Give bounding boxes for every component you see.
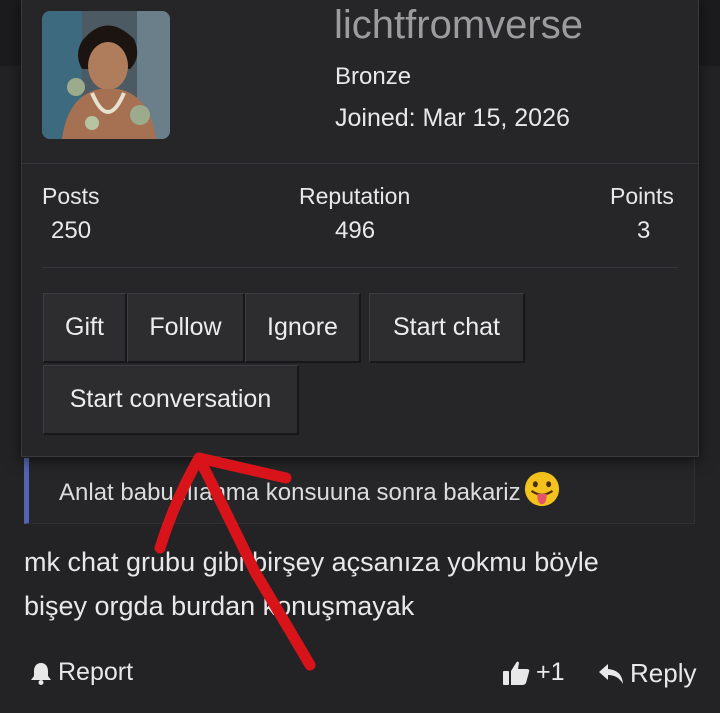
avatar[interactable] [42, 11, 170, 139]
gift-button[interactable]: Gift [43, 293, 127, 363]
reply-label: Reply [630, 658, 697, 688]
stat-reputation-label: Reputation [299, 183, 411, 209]
reply-icon [599, 663, 623, 684]
start-chat-button[interactable]: Start chat [369, 293, 525, 363]
stat-reputation-value: 496 [335, 217, 376, 244]
reply-button[interactable]: Reply [598, 658, 696, 689]
ignore-button[interactable]: Ignore [245, 293, 361, 363]
quote-content: Anlat babu ılıanma konsuuna sonra bakari… [59, 479, 521, 506]
stat-points-label: Points [610, 183, 674, 209]
quote-block: Anlat babu ılıanma konsuuna sonra bakari… [24, 458, 695, 524]
like-count: +1 [536, 658, 565, 686]
stat-points-value: 3 [637, 217, 651, 244]
join-date: Joined: Mar 15, 2026 [335, 104, 570, 132]
thumbs-up-icon [503, 661, 530, 685]
member-header: lichtfromverse Bronze Joined: Mar 15, 20… [22, 0, 698, 164]
message-line-1: mk chat grubu gibi birşey açsanıza yokmu… [24, 547, 599, 577]
member-tooltip-card: lichtfromverse Bronze Joined: Mar 15, 20… [21, 0, 699, 457]
follow-button[interactable]: Follow [127, 293, 245, 363]
report-button[interactable]: Report [30, 658, 133, 687]
post-message: mk chat grubu gibi birşey açsanıza yokmu… [24, 540, 694, 628]
message-line-2: bişey orgda burdan konuşmayak [24, 591, 415, 621]
start-conversation-button[interactable]: Start conversation [43, 365, 299, 435]
avatar-image [42, 11, 170, 139]
tongue-out-emoji-icon [524, 471, 559, 507]
username[interactable]: lichtfromverse [334, 3, 583, 48]
stat-posts-label: Posts [42, 183, 100, 209]
bell-icon [31, 662, 51, 685]
report-label: Report [58, 658, 134, 686]
like-button[interactable]: +1 [502, 658, 565, 687]
stats-divider [42, 267, 678, 268]
user-rank: Bronze [335, 63, 412, 90]
stat-posts-value[interactable]: 250 [51, 217, 91, 245]
quote-text: Anlat babu ılıanma konsuuna sonra bakari… [59, 470, 561, 508]
